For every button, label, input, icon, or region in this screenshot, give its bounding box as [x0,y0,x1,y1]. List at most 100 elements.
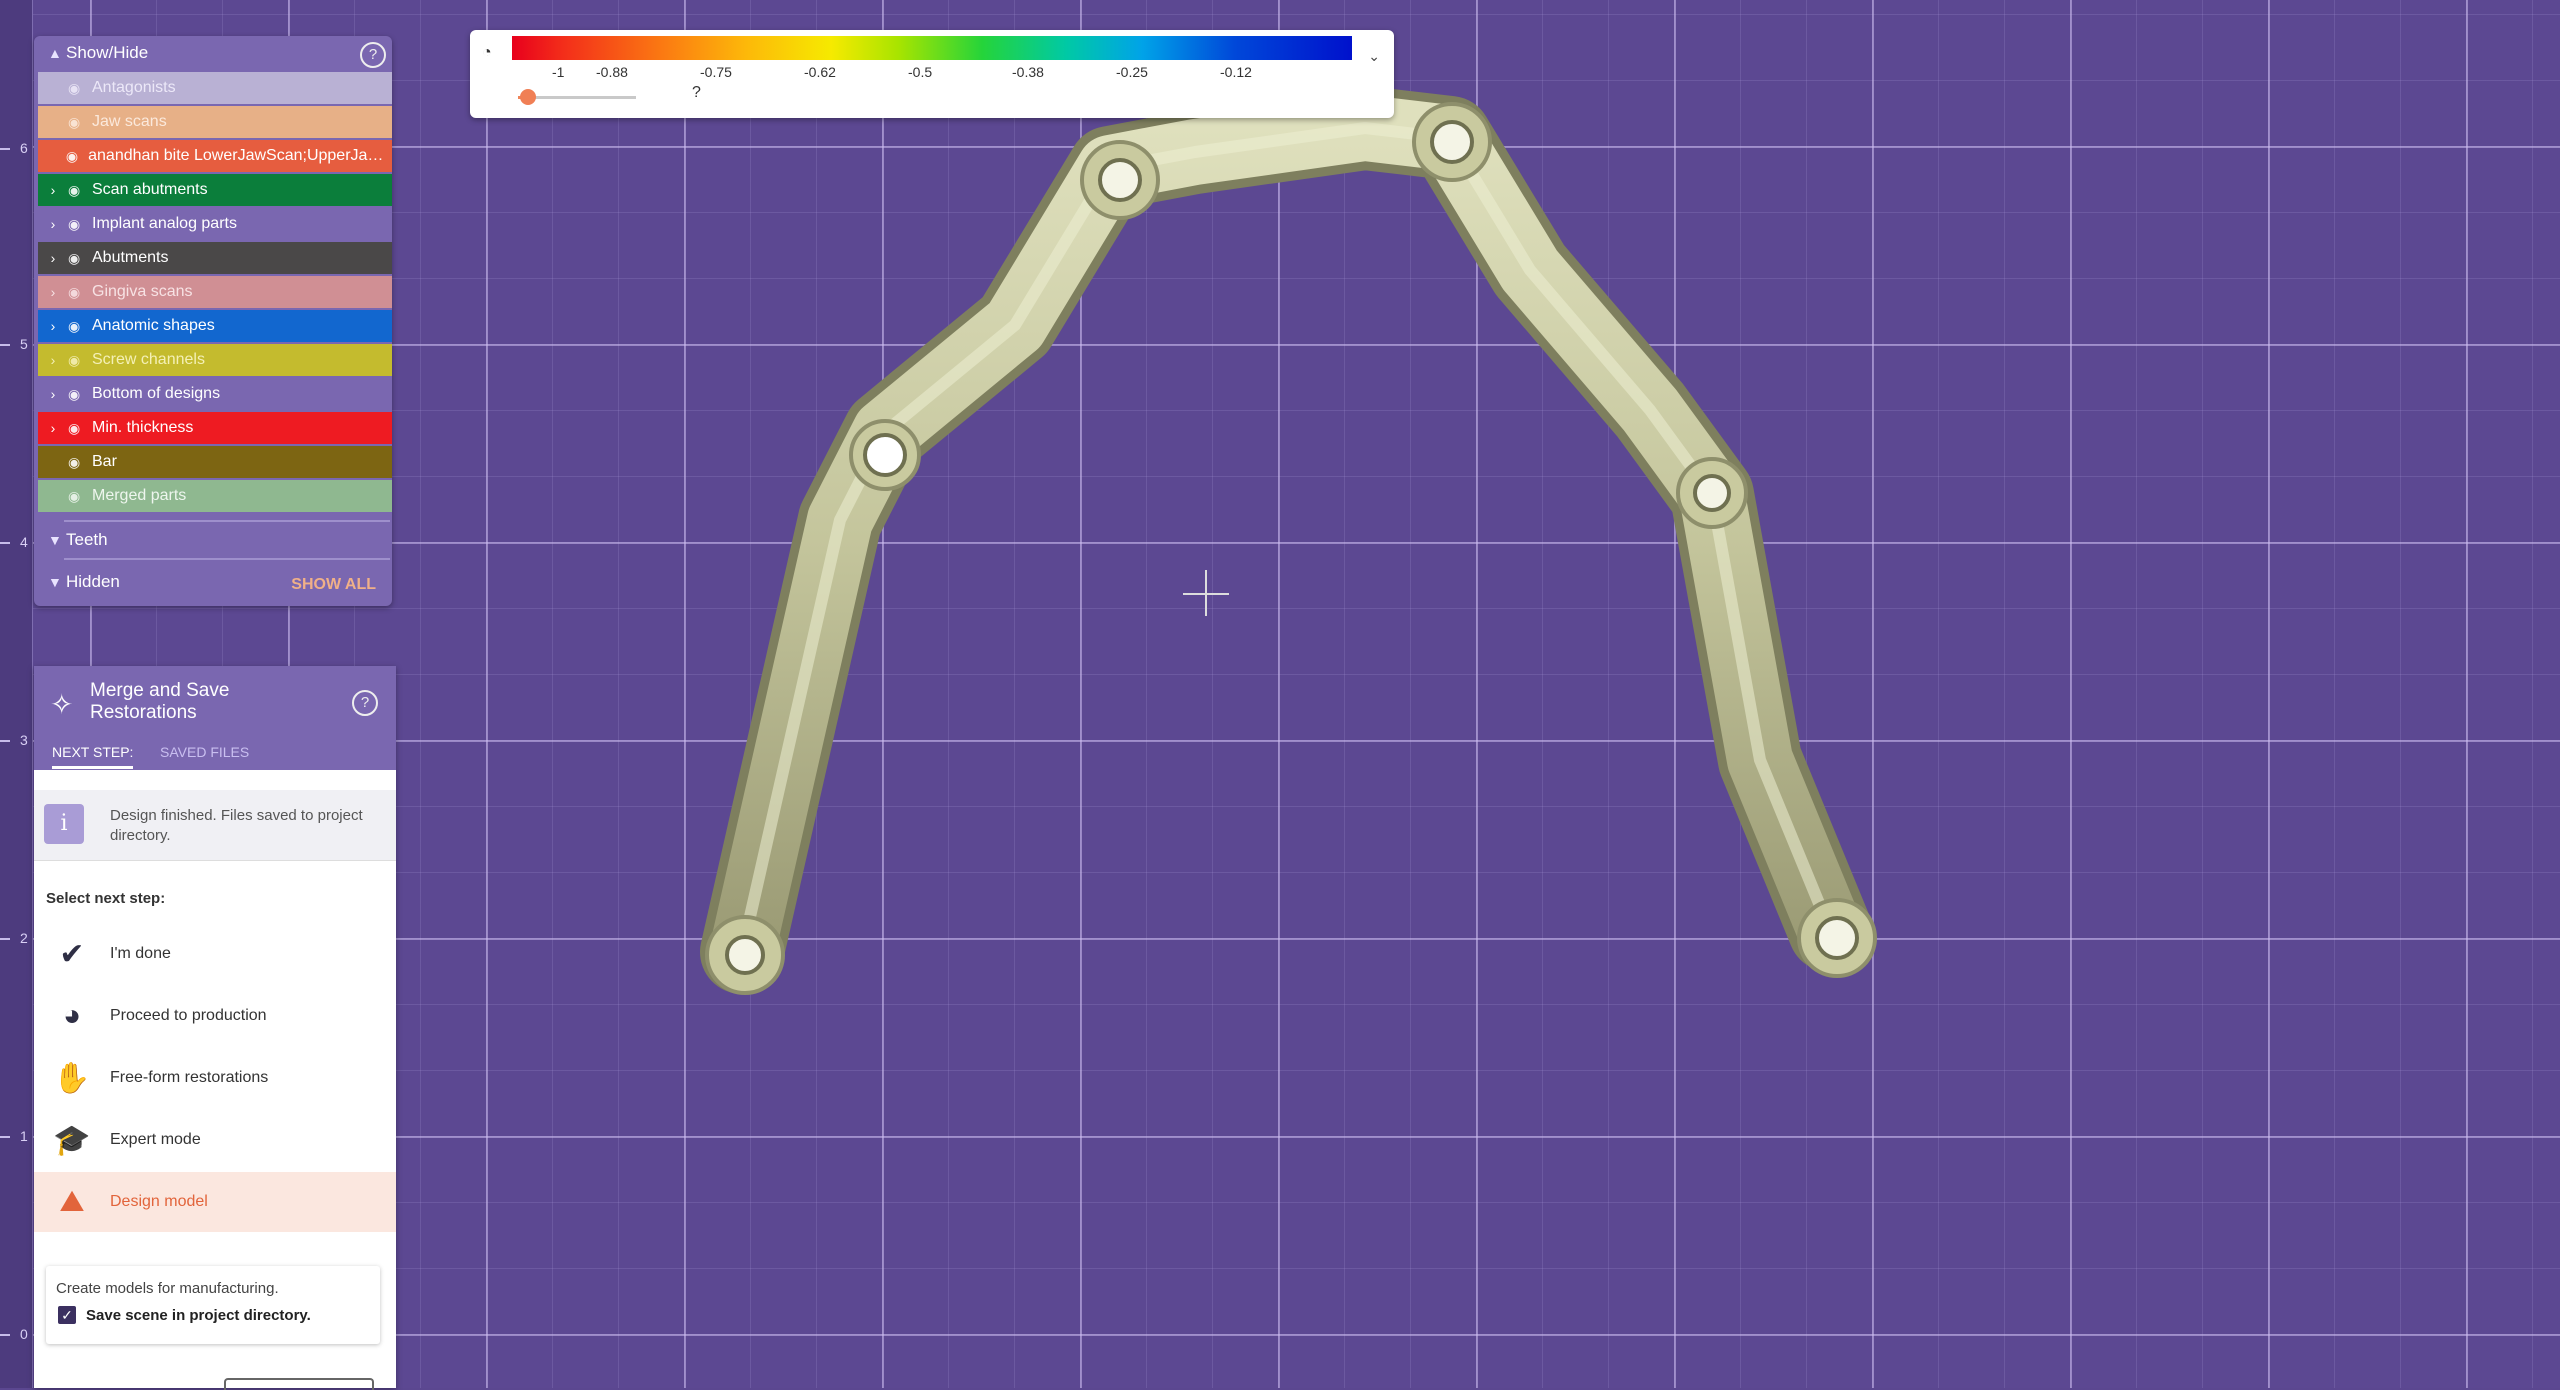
threshold-slider-handle[interactable] [519,89,536,105]
color-gradient-bar [512,36,1352,60]
screw-hole [705,915,785,995]
layer-label: Gingiva scans [92,283,193,300]
scale-tick-label: -0.25 [1116,64,1148,80]
expand-chevron-icon[interactable]: › [38,216,68,232]
show-hide-title: Show/Hide [66,43,149,62]
layer-row[interactable]: › ◉ Scan abutments [38,174,392,206]
eye-icon[interactable]: ◉ [68,420,92,437]
layer-row[interactable]: ◉ Merged parts [38,480,392,512]
divider [64,520,390,522]
ruler-label: 0 [20,1326,28,1342]
layer-row[interactable]: › ◉ Gingiva scans [38,276,392,308]
layer-row[interactable]: › ◉ Screw channels [38,344,392,376]
expand-chevron-icon[interactable]: › [38,318,68,334]
next-step-label: Expert mode [110,1131,201,1148]
ruler-tick [0,148,10,150]
layer-row[interactable]: › ◉ Anatomic shapes [38,310,392,342]
layer-label: Implant analog parts [92,215,237,232]
chevron-down-icon[interactable]: ⌄ [1368,48,1380,65]
layer-label: Screw channels [92,351,205,368]
layer-label: Scan abutments [92,181,208,198]
checkmark-icon: ✔ [59,937,85,971]
eye-icon[interactable]: ◉ [68,182,92,199]
layer-row[interactable]: › ◉ Implant analog parts [38,208,392,240]
eye-icon[interactable]: ◉ [68,318,92,335]
ruler-label: 3 [20,732,28,748]
deviation-color-scale: ◔ -1 -0.88 -0.75 -0.62 -0.5 -0.38 -0.25 -0.12 ⌄… [470,30,1394,118]
manufacturing-text: Create models for manufacturing. [56,1280,279,1297]
layer-row[interactable]: ◉ Jaw scans [38,106,392,138]
show-all-button[interactable]: SHOW ALL [291,576,376,594]
screw-hole [1797,898,1877,978]
next-step-option[interactable]: 🎓 Expert mode [34,1110,396,1170]
expand-chevron-icon[interactable]: › [38,386,68,402]
tab-next-step[interactable]: NEXT STEP: [52,744,134,769]
expand-chevron-icon[interactable]: › [38,250,68,266]
eye-icon[interactable]: ◉ [68,352,92,369]
panel-button-partial[interactable] [224,1378,374,1390]
manufacturing-options: Create models for manufacturing. ✓ Save … [46,1266,380,1344]
next-step-option[interactable]: ◕ Proceed to production [34,986,396,1046]
show-hide-header[interactable]: ▲ Show/Hide [34,36,392,70]
ruler-tick [0,938,10,940]
scale-tick-label: -0.88 [596,64,628,80]
help-icon[interactable]: ? [352,690,378,716]
next-step-option[interactable]: ⛰ Design model [34,1172,396,1232]
layer-label: Jaw scans [92,113,167,130]
layer-label: Min. thickness [92,419,194,436]
graduation-cap-icon: 🎓 [53,1123,91,1157]
layer-row[interactable]: ◉ Antagonists [38,72,392,104]
chevron-up-icon[interactable]: ▲ [48,45,66,61]
layer-row[interactable]: ◉ anandhan bite LowerJawScan;UpperJawScan [38,140,392,172]
eye-icon[interactable]: ◉ [68,488,92,505]
layer-label: Antagonists [92,79,176,96]
panel-title: Merge and Save Restorations [90,680,230,723]
screw-hole [1412,102,1492,182]
ruler-label: 6 [20,140,28,156]
chevron-down-icon[interactable]: ▼ [48,532,66,548]
screw-hole [1676,457,1748,529]
show-hide-panel: ▲ Show/Hide ? ◉ Antagonists ◉ Jaw scans ◉ ana… [34,36,392,606]
hidden-label: Hidden [66,572,120,591]
next-step-label: Free-form restorations [110,1069,269,1086]
scale-tick-label: -1 [552,64,565,80]
help-icon[interactable]: ? [360,42,386,68]
layer-label: anandhan bite LowerJawScan;UpperJawScan [88,147,392,164]
info-text: Design finished. Files saved to project … [110,807,363,844]
chevron-down-icon[interactable]: ▼ [48,574,66,590]
eye-icon[interactable]: ◉ [66,148,88,165]
layer-label: Bar [92,453,117,470]
eye-icon[interactable]: ◉ [68,80,92,97]
tab-saved-files[interactable]: SAVED FILES [160,744,249,760]
screw-hole [849,419,921,491]
teeth-section[interactable]: ▼ Teeth [48,530,108,550]
eye-icon[interactable]: ◉ [68,250,92,267]
layer-row[interactable]: › ◉ Min. thickness [38,412,392,444]
layer-row[interactable]: › ◉ Abutments [38,242,392,274]
merge-save-panel: ✧ Merge and Save Restorations ? NEXT STE… [34,666,396,1390]
select-next-step-label: Select next step: [46,890,166,907]
expand-chevron-icon[interactable]: › [38,182,68,198]
ruler-label: 1 [20,1128,28,1144]
scale-tick-label: -0.62 [804,64,836,80]
next-step-label: Proceed to production [110,1007,267,1024]
eye-icon[interactable]: ◉ [68,216,92,233]
screw-hole [1080,140,1160,220]
layer-row[interactable]: ◉ Bar [38,446,392,478]
eye-icon[interactable]: ◉ [68,386,92,403]
help-question-mark[interactable]: ? [692,84,701,102]
layer-row[interactable]: › ◉ Bottom of designs [38,378,392,410]
expand-chevron-icon[interactable]: › [38,420,68,436]
expand-chevron-icon[interactable]: › [38,284,68,300]
save-scene-checkbox[interactable]: ✓ [58,1306,76,1324]
next-step-option[interactable]: ✔ I'm done [34,924,396,984]
eye-icon[interactable]: ◉ [68,284,92,301]
save-scene-label[interactable]: Save scene in project directory. [86,1307,311,1324]
expand-chevron-icon[interactable]: › [38,352,68,368]
gauge-icon[interactable]: ◔ [482,44,492,62]
eye-icon[interactable]: ◉ [68,114,92,131]
next-step-option[interactable]: ✋ Free-form restorations [34,1048,396,1108]
eye-icon[interactable]: ◉ [68,454,92,471]
production-icon: ◕ [62,999,82,1032]
info-message: i Design finished. Files saved to projec… [34,790,396,861]
